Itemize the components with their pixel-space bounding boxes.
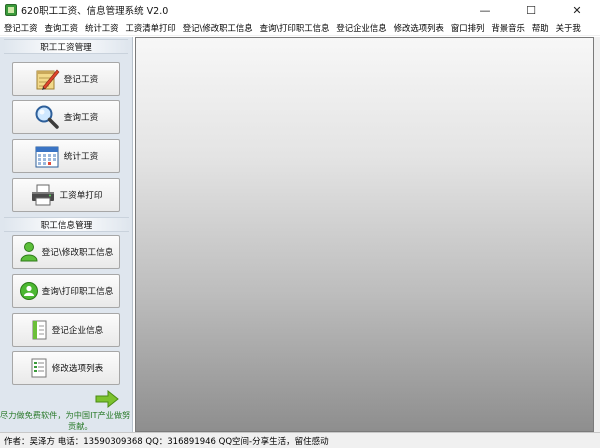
marquee-line-2: 贡献。	[68, 421, 93, 431]
status-bar: 作者：吴泽方 电话：13590309368 QQ：316891946 QQ空间-…	[0, 432, 600, 448]
query-salary-label: 查询工资	[63, 113, 99, 123]
status-text: 作者：吴泽方 电话：13590309368 QQ：316891946 QQ空间-…	[4, 436, 329, 447]
query-print-employee-label: 查询\打印职工信息	[41, 287, 114, 297]
register-company-info-label: 登记企业信息	[51, 326, 104, 336]
query-print-employee-button[interactable]: 查询\打印职工信息	[12, 274, 120, 308]
maximize-icon: ☐	[526, 3, 536, 17]
arrow-right-icon	[95, 389, 119, 409]
calendar-icon	[34, 143, 60, 169]
edit-option-list-button[interactable]: 修改选项列表	[12, 351, 120, 385]
pencil-notepad-icon	[34, 66, 60, 92]
marquee-text: 尽力做免费软件，为中国IT产业做努 贡献。	[0, 410, 133, 432]
register-salary-label: 登记工资	[63, 75, 99, 85]
close-button[interactable]: ✕	[554, 0, 600, 20]
main-workspace[interactable]	[135, 37, 594, 432]
edit-option-list-label: 修改选项列表	[51, 364, 104, 374]
document-icon	[29, 319, 49, 341]
minimize-button[interactable]: —	[462, 0, 508, 20]
printer-icon	[30, 182, 56, 208]
menu-statistics-salary[interactable]: 统计工资	[85, 22, 119, 34]
window-title: 620职工工资、信息管理系统 V2.0	[21, 6, 169, 17]
expand-arrow-button[interactable]	[94, 389, 120, 409]
section-header-employee-info: 职工信息管理	[4, 217, 129, 232]
app-icon	[5, 4, 17, 16]
maximize-button[interactable]: ☐	[508, 0, 554, 20]
title-bar: 620职工工资、信息管理系统 V2.0 — ☐ ✕	[0, 0, 600, 20]
user-search-icon	[19, 280, 39, 302]
menu-bar: 登记工资 查询工资 统计工资 工资清单打印 登记\修改职工信息 查询\打印职工信…	[0, 20, 600, 36]
menu-print-payroll-list[interactable]: 工资清单打印	[126, 22, 176, 34]
magnifier-icon	[34, 104, 60, 130]
statistics-salary-label: 统计工资	[63, 152, 99, 162]
print-payroll-button[interactable]: 工资单打印	[12, 178, 120, 212]
edit-employee-info-button[interactable]: 登记\修改职工信息	[12, 235, 120, 269]
menu-query-print-employee-info[interactable]: 查询\打印职工信息	[260, 22, 330, 34]
list-icon	[29, 357, 49, 379]
print-payroll-label: 工资单打印	[59, 191, 103, 201]
menu-background-music[interactable]: 背景音乐	[491, 22, 525, 34]
register-company-info-button[interactable]: 登记企业信息	[12, 313, 120, 347]
menu-help[interactable]: 帮助	[532, 22, 549, 34]
query-salary-button[interactable]: 查询工资	[12, 100, 120, 134]
close-icon: ✕	[572, 3, 582, 17]
statistics-salary-button[interactable]: 统计工资	[12, 139, 120, 173]
edit-employee-info-label: 登记\修改职工信息	[41, 248, 114, 258]
section-header-salary-management: 职工工资管理	[4, 39, 128, 54]
window-edge	[594, 37, 600, 432]
menu-register-company-info[interactable]: 登记企业信息	[336, 22, 386, 34]
window-controls: — ☐ ✕	[462, 0, 600, 20]
marquee-line-1: 尽力做免费软件，为中国IT产业做努	[0, 410, 131, 420]
menu-register-salary[interactable]: 登记工资	[4, 22, 38, 34]
user-add-icon	[19, 241, 39, 263]
menu-query-salary[interactable]: 查询工资	[45, 22, 79, 34]
register-salary-button[interactable]: 登记工资	[12, 62, 120, 96]
menu-window-arrange[interactable]: 窗口排列	[451, 22, 485, 34]
menu-edit-employee-info[interactable]: 登记\修改职工信息	[183, 22, 253, 34]
sidebar: 职工工资管理 登记工资 查询工资 统计工资 工资单打印 职工信息管理 登记\修改…	[0, 37, 133, 432]
menu-about[interactable]: 关于我	[556, 22, 581, 34]
minimize-icon: —	[479, 3, 491, 17]
menu-edit-option-list[interactable]: 修改选项列表	[394, 22, 444, 34]
